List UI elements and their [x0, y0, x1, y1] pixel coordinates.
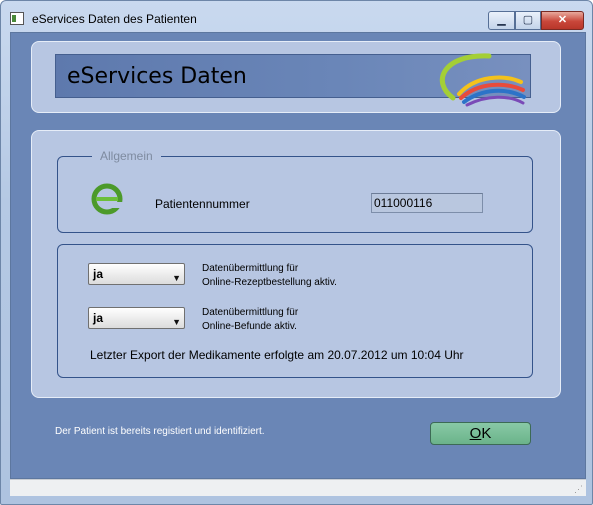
maximize-icon: ▢ — [522, 14, 534, 26]
findings-transfer-label: Datenübermittlung für Online-Befunde akt… — [202, 306, 298, 334]
ok-label-mnemonic: O — [469, 425, 482, 442]
findings-label-line1: Datenübermittlung für — [202, 307, 299, 318]
minimize-icon: ▁ — [497, 14, 506, 26]
general-group: Allgemein Patientennummer 011000116 — [57, 149, 533, 233]
chevron-down-icon: ▼ — [172, 273, 181, 283]
main-panel: Allgemein Patientennummer 011000116 ja ▼… — [31, 130, 561, 398]
patient-number-field[interactable]: 011000116 — [371, 193, 483, 213]
findings-transfer-value: ja — [93, 311, 104, 325]
findings-label-line2: Online-Befunde aktiv. — [202, 321, 297, 332]
dialog-client-area: eServices Daten Allgemein Patientennumme… — [10, 32, 586, 479]
prescription-transfer-value: ja — [93, 267, 104, 281]
header-title: eServices Daten — [67, 64, 247, 89]
prescription-label-line1: Datenübermittlung für — [202, 263, 299, 274]
registration-status-text: Der Patient ist bereits registiert und i… — [55, 426, 265, 437]
maximize-button[interactable]: ▢ — [515, 11, 541, 30]
window-title: eServices Daten des Patienten — [32, 12, 197, 26]
status-bar: ⋰ — [10, 479, 586, 496]
ok-label-rest: K — [481, 425, 492, 442]
close-icon: ✕ — [557, 14, 568, 26]
prescription-transfer-label: Datenübermittlung für Online-Rezeptbeste… — [202, 262, 337, 290]
prescription-label-line2: Online-Rezeptbestellung aktiv. — [202, 277, 337, 288]
minimize-button[interactable]: ▁ — [488, 11, 515, 30]
title-bar[interactable]: eServices Daten des Patienten ▁ ▢ ✕ — [1, 1, 592, 33]
application-window: eServices Daten des Patienten ▁ ▢ ✕ eSer… — [0, 0, 593, 505]
header-panel: eServices Daten — [31, 41, 561, 113]
prescription-transfer-select[interactable]: ja ▼ — [88, 263, 185, 285]
header-bar: eServices Daten — [55, 53, 531, 107]
chevron-down-icon: ▼ — [172, 317, 181, 327]
close-button[interactable]: ✕ — [541, 11, 584, 30]
patient-number-label: Patientennummer — [155, 197, 250, 211]
data-transfer-group: ja ▼ Datenübermittlung für Online-Rezept… — [57, 244, 533, 378]
app-icon[interactable] — [10, 12, 24, 25]
general-group-legend: Allgemein — [92, 149, 161, 163]
swoosh-logo — [439, 53, 526, 107]
findings-transfer-select[interactable]: ja ▼ — [88, 307, 185, 329]
resize-grip-icon[interactable]: ⋰ — [574, 484, 583, 495]
last-export-info: Letzter Export der Medikamente erfolgte … — [90, 348, 464, 362]
e-logo-icon — [91, 183, 123, 215]
ok-button[interactable]: OK — [430, 422, 531, 445]
